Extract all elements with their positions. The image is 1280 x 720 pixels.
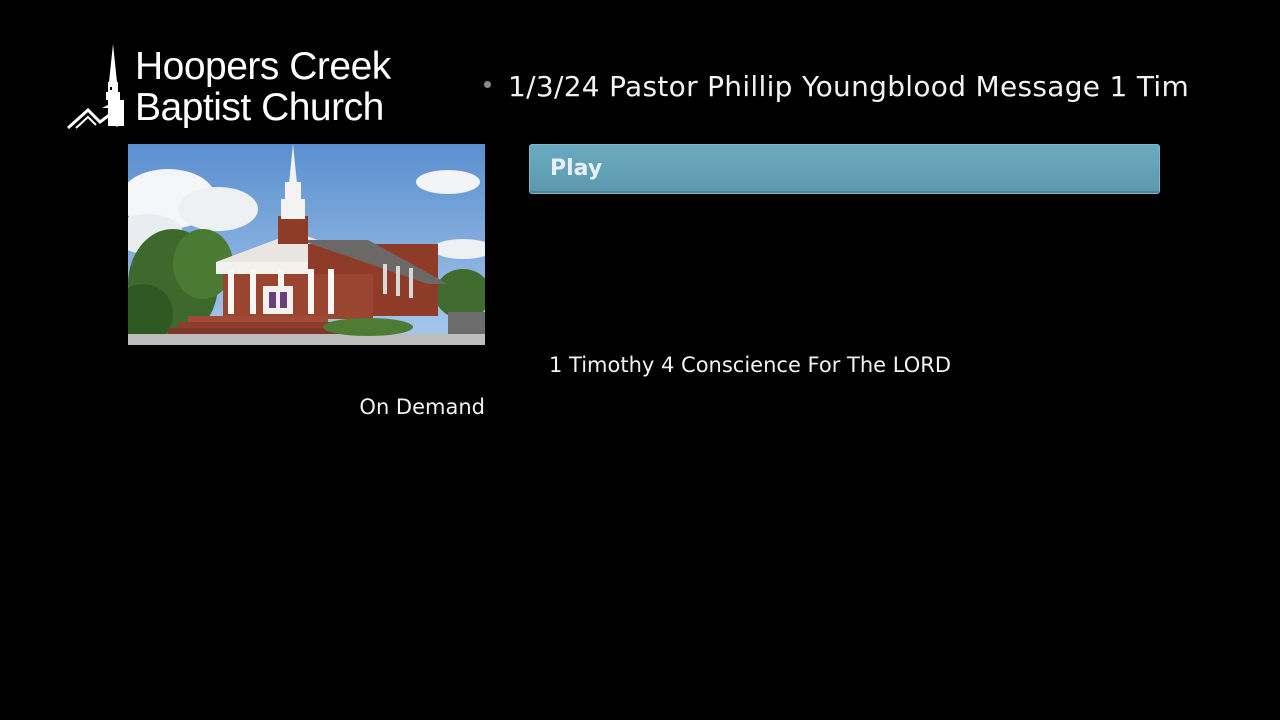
church-name-line2: Baptist Church	[135, 86, 384, 129]
episode-thumbnail	[128, 144, 485, 345]
church-building-photo	[128, 144, 485, 345]
play-button[interactable]: Play	[529, 144, 1160, 194]
episode-description: 1 Timothy 4 Conscience For The LORD	[549, 353, 952, 377]
bullet-icon	[484, 81, 491, 88]
video-detail-screen: Hoopers Creek Baptist Church 1/3/24 Past…	[0, 0, 1280, 720]
steeple-mountain-icon	[66, 44, 124, 130]
episode-category: On Demand	[359, 395, 485, 419]
church-name: Hoopers Creek Baptist Church	[135, 46, 391, 128]
church-logo: Hoopers Creek Baptist Church	[66, 42, 426, 134]
play-button-label: Play	[550, 156, 603, 181]
episode-title-row: 1/3/24 Pastor Phillip Youngblood Message…	[480, 68, 1190, 108]
church-name-line1: Hoopers Creek	[135, 45, 391, 88]
episode-title: 1/3/24 Pastor Phillip Youngblood Message…	[508, 70, 1190, 103]
